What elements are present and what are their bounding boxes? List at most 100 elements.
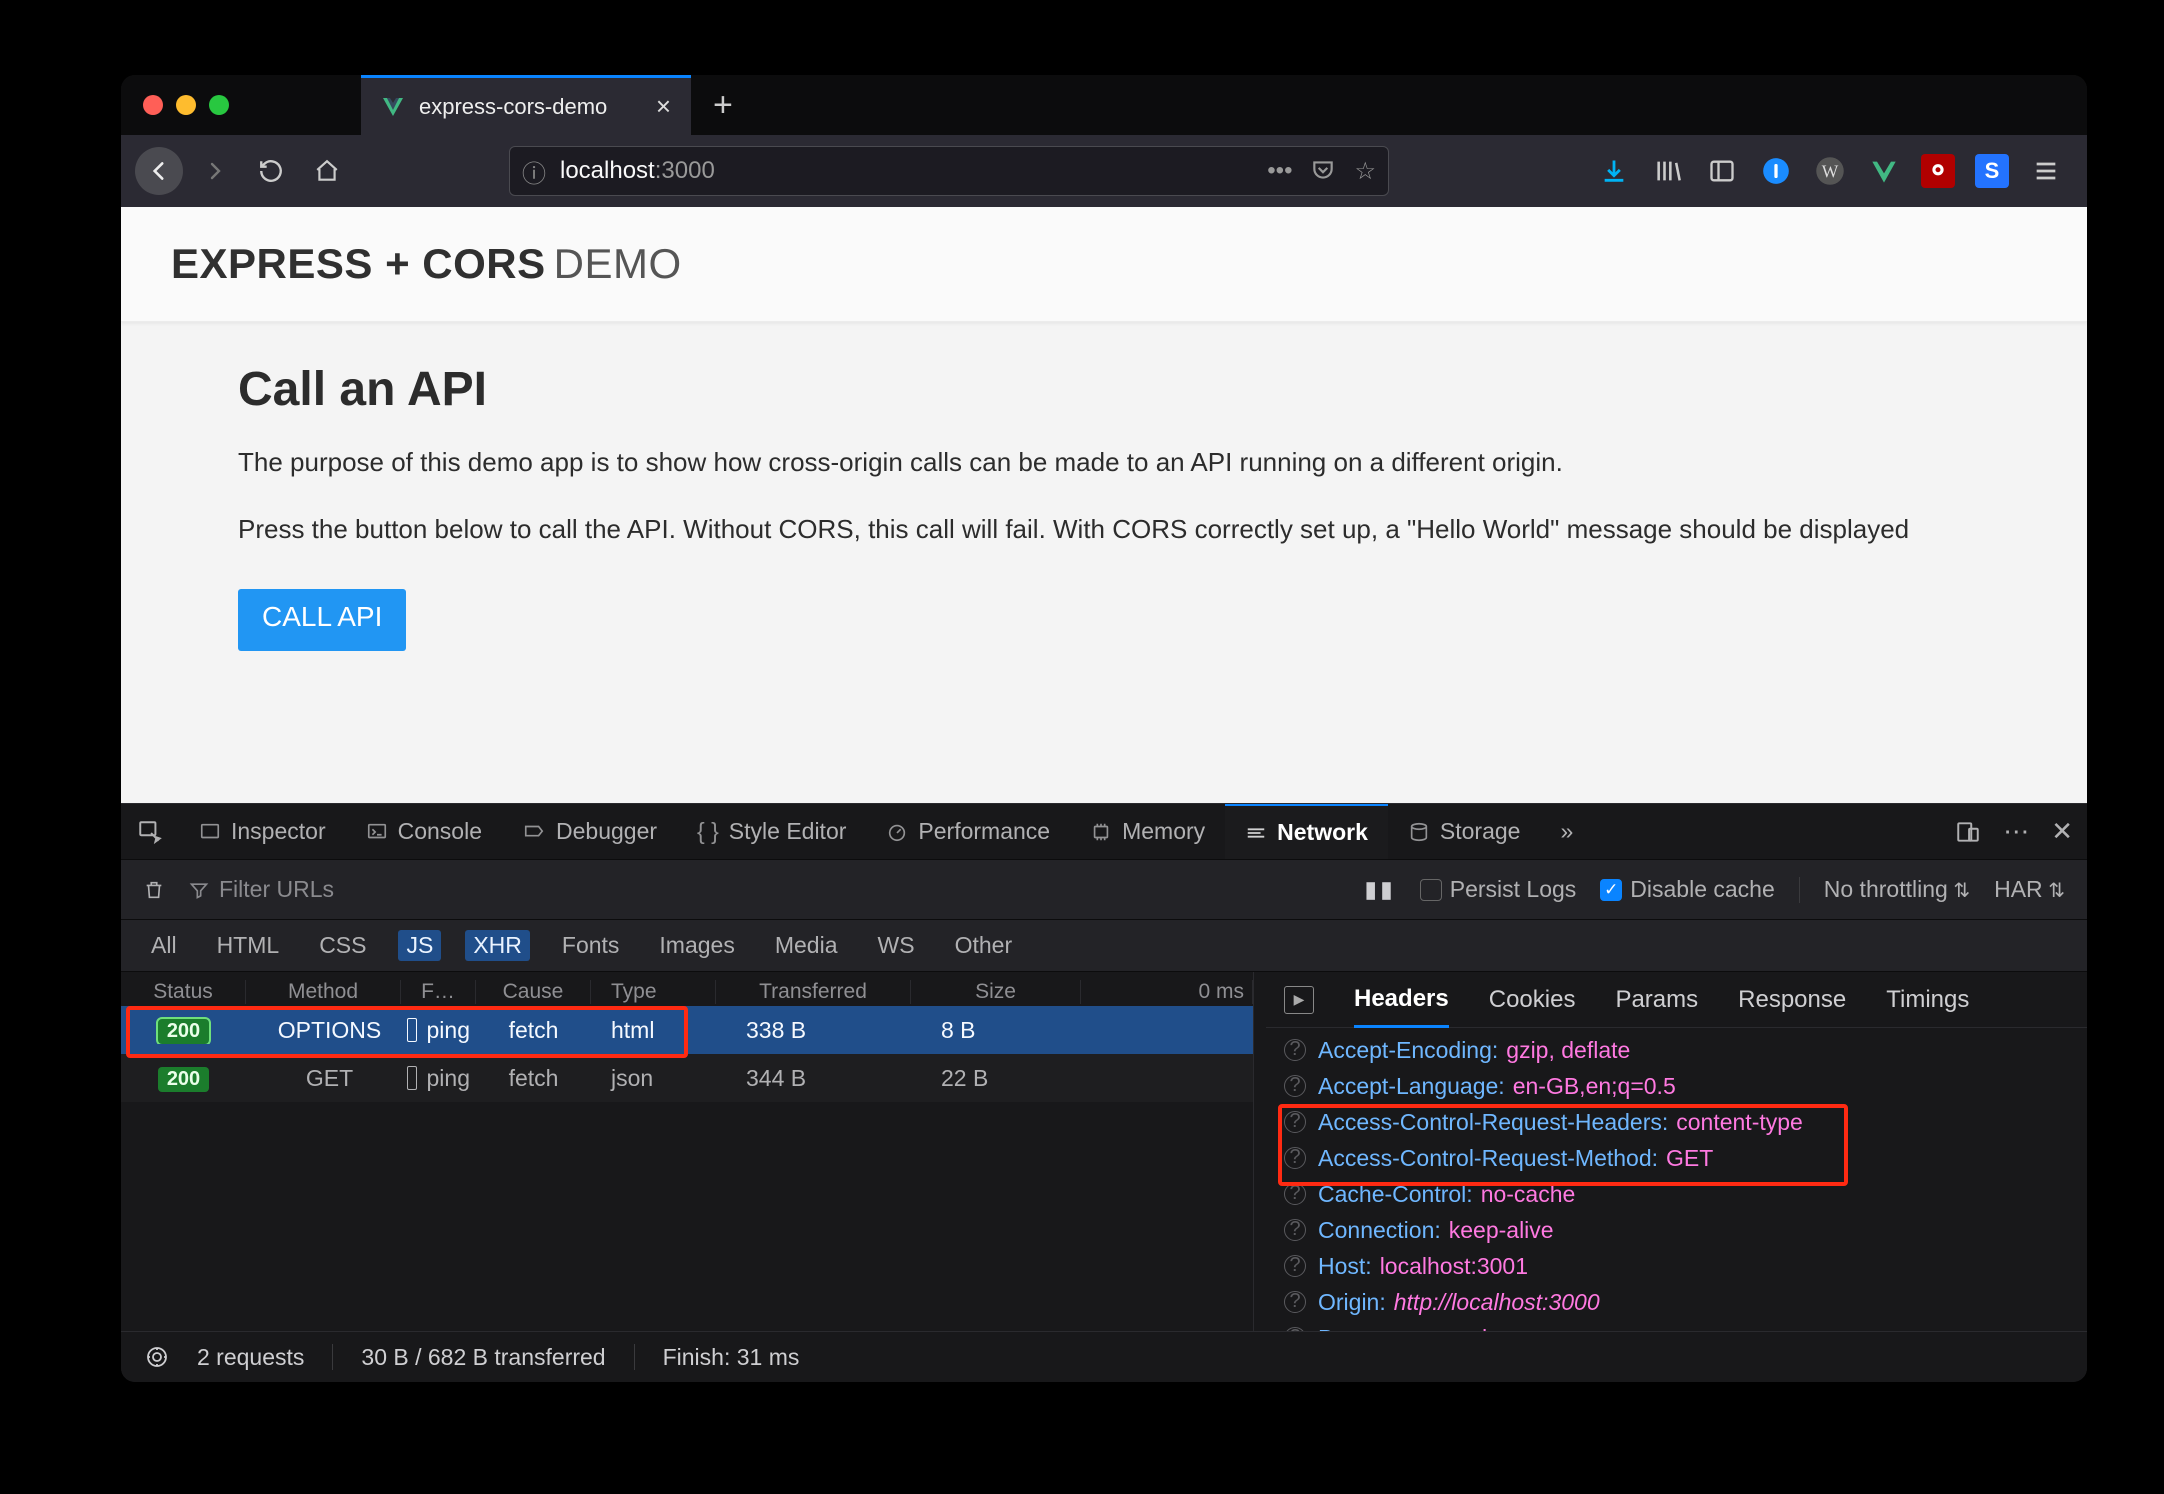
dtab-headers[interactable]: Headers	[1354, 985, 1449, 1028]
col-size[interactable]: Size	[911, 980, 1081, 1004]
help-icon[interactable]: ?	[1284, 1255, 1306, 1277]
tab-style-editor[interactable]: { }Style Editor	[677, 804, 866, 859]
home-button[interactable]	[303, 147, 351, 195]
forward-button[interactable]	[191, 147, 239, 195]
help-icon[interactable]: ?	[1284, 1147, 1306, 1169]
devtools-picker-button[interactable]	[121, 804, 179, 859]
new-tab-button[interactable]: +	[691, 75, 755, 135]
header-row: ?Host: localhost:3001	[1284, 1248, 2075, 1284]
col-waterfall[interactable]: 0 ms	[1081, 980, 1253, 1004]
call-api-button[interactable]: CALL API	[238, 589, 406, 651]
help-icon[interactable]: ?	[1284, 1039, 1306, 1061]
filter-js[interactable]: JS	[398, 930, 441, 961]
dtab-cookies[interactable]: Cookies	[1489, 986, 1576, 1014]
col-status[interactable]: Status	[121, 980, 246, 1004]
cell-type: json	[591, 1065, 716, 1092]
cell-size: 8 B	[911, 1017, 1081, 1044]
sidebar-toggle-icon[interactable]	[1705, 154, 1739, 188]
filter-html[interactable]: HTML	[209, 930, 288, 961]
tab-inspector[interactable]: Inspector	[179, 804, 346, 859]
responsive-mode-icon[interactable]	[1955, 819, 1981, 845]
bookmark-icon[interactable]: ☆	[1354, 157, 1376, 186]
col-type[interactable]: Type	[591, 980, 716, 1004]
col-cause[interactable]: Cause	[476, 980, 591, 1004]
file-icon	[407, 1066, 417, 1090]
page-actions-icon[interactable]: •••	[1267, 157, 1292, 186]
download-icon[interactable]	[1597, 154, 1631, 188]
table-row[interactable]: 200 GET ping fetch json 344 B 22 B	[121, 1054, 1253, 1102]
request-count: 2 requests	[197, 1344, 304, 1371]
tab-storage[interactable]: Storage	[1388, 804, 1541, 859]
vue-devtools-icon[interactable]	[1867, 154, 1901, 188]
pocket-icon[interactable]	[1310, 157, 1336, 186]
app-title: EXPRESS + CORSDEMO	[171, 240, 682, 288]
tab-performance[interactable]: Performance	[866, 804, 1070, 859]
header-row: ?Connection: keep-alive	[1284, 1212, 2075, 1248]
devtools-close-icon[interactable]: ✕	[2051, 816, 2073, 847]
dtab-timings[interactable]: Timings	[1886, 986, 1969, 1014]
tab-memory[interactable]: Memory	[1070, 804, 1225, 859]
type-filter-bar: All HTML CSS JS XHR Fonts Images Media W…	[121, 920, 2087, 972]
help-icon[interactable]: ?	[1284, 1183, 1306, 1205]
table-row[interactable]: 200 OPTIONS ping fetch html 338 B 8 B	[121, 1006, 1253, 1054]
wikipedia-icon[interactable]: W	[1813, 154, 1847, 188]
tab-debugger[interactable]: Debugger	[502, 804, 677, 859]
url-actions: ••• ☆	[1267, 157, 1376, 186]
url-bar[interactable]: ⓘ localhost:3000 ••• ☆	[509, 146, 1389, 196]
filter-xhr[interactable]: XHR	[465, 930, 530, 961]
raw-toggle-icon[interactable]: ▶	[1284, 986, 1314, 1014]
filter-css[interactable]: CSS	[311, 930, 374, 961]
dtab-response[interactable]: Response	[1738, 986, 1846, 1014]
header-row: ?Access-Control-Request-Headers: content…	[1284, 1104, 2075, 1140]
har-menu[interactable]: HAR ⇅	[1994, 876, 2065, 903]
site-info-icon[interactable]: ⓘ	[522, 154, 546, 189]
perf-analysis-icon[interactable]	[145, 1345, 169, 1369]
help-icon[interactable]: ?	[1284, 1075, 1306, 1097]
throttling-select[interactable]: No throttling ⇅	[1824, 876, 1970, 903]
col-transferred[interactable]: Transferred	[716, 980, 911, 1004]
header-row: ?Accept-Language: en-GB,en;q=0.5	[1284, 1068, 2075, 1104]
library-icon[interactable]	[1651, 154, 1685, 188]
tab-overflow[interactable]: »	[1540, 804, 1593, 859]
filter-fonts[interactable]: Fonts	[554, 930, 628, 961]
filter-ws[interactable]: WS	[870, 930, 923, 961]
cell-transferred: 338 B	[716, 1017, 911, 1044]
help-icon[interactable]: ?	[1284, 1291, 1306, 1313]
stylus-icon[interactable]: S	[1975, 154, 2009, 188]
toolbar-extensions: W S	[1597, 154, 2073, 188]
maximize-window-button[interactable]	[209, 95, 229, 115]
onepassword-icon[interactable]	[1759, 154, 1793, 188]
tab-console[interactable]: Console	[346, 804, 502, 859]
cell-cause: fetch	[476, 1065, 591, 1092]
pause-button[interactable]: ▮▮	[1364, 876, 1395, 903]
vue-icon	[381, 95, 405, 119]
filter-all[interactable]: All	[143, 930, 185, 961]
header-row: ?Accept-Encoding: gzip, deflate	[1284, 1032, 2075, 1068]
nav-toolbar: ⓘ localhost:3000 ••• ☆ W S	[121, 135, 2087, 207]
app-menu-icon[interactable]	[2029, 154, 2063, 188]
help-icon[interactable]: ?	[1284, 1111, 1306, 1133]
disable-cache-toggle[interactable]: ✓Disable cache	[1600, 876, 1774, 903]
browser-tab[interactable]: express-cors-demo ×	[361, 75, 691, 135]
col-method[interactable]: Method	[246, 980, 401, 1004]
section-heading: Call an API	[238, 362, 1972, 417]
page-header: EXPRESS + CORSDEMO	[121, 207, 2087, 322]
filter-other[interactable]: Other	[947, 930, 1021, 961]
filter-images[interactable]: Images	[651, 930, 742, 961]
col-file[interactable]: F…	[401, 980, 476, 1004]
clear-button[interactable]	[143, 878, 165, 902]
filter-urls-input[interactable]: Filter URLs	[189, 876, 334, 903]
persist-logs-toggle[interactable]: Persist Logs	[1420, 876, 1577, 903]
help-icon[interactable]: ?	[1284, 1219, 1306, 1241]
back-button[interactable]	[135, 147, 183, 195]
close-window-button[interactable]	[143, 95, 163, 115]
minimize-window-button[interactable]	[176, 95, 196, 115]
ublock-icon[interactable]	[1921, 154, 1955, 188]
devtools-kebab-icon[interactable]: ⋯	[2003, 816, 2029, 847]
devtools-tab-bar: Inspector Console Debugger { }Style Edit…	[121, 803, 2087, 860]
reload-button[interactable]	[247, 147, 295, 195]
close-tab-button[interactable]: ×	[656, 91, 671, 122]
tab-network[interactable]: Network	[1225, 804, 1388, 859]
filter-media[interactable]: Media	[767, 930, 846, 961]
dtab-params[interactable]: Params	[1615, 986, 1698, 1014]
